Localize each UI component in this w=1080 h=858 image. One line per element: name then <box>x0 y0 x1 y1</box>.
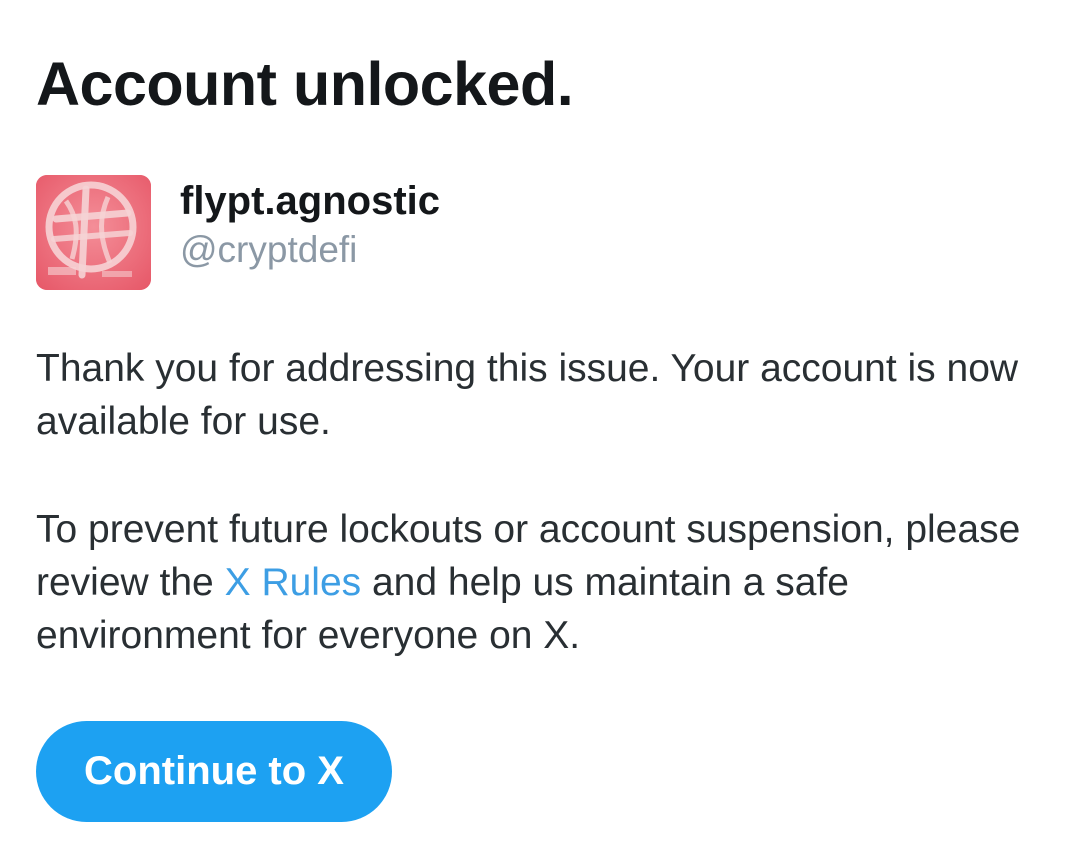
display-name: flypt.agnostic <box>180 179 441 223</box>
account-handle: @cryptdefi <box>180 229 358 270</box>
x-rules-link[interactable]: X Rules <box>225 561 362 604</box>
rules-message: To prevent future lockouts or account su… <box>36 503 1046 662</box>
account-unlocked-page: Account unlocked. flypt.agnostic @cryptd… <box>0 0 1080 858</box>
confirmation-message: Thank you for addressing this issue. You… <box>36 347 1019 443</box>
account-names: flypt.agnostic @cryptdefi <box>180 175 440 274</box>
account-card: flypt.agnostic @cryptdefi <box>36 175 440 290</box>
page-title: Account unlocked. <box>36 50 574 118</box>
profile-avatar <box>36 175 151 290</box>
continue-button[interactable]: Continue to X <box>36 721 392 822</box>
avatar-logo-icon <box>36 175 151 290</box>
